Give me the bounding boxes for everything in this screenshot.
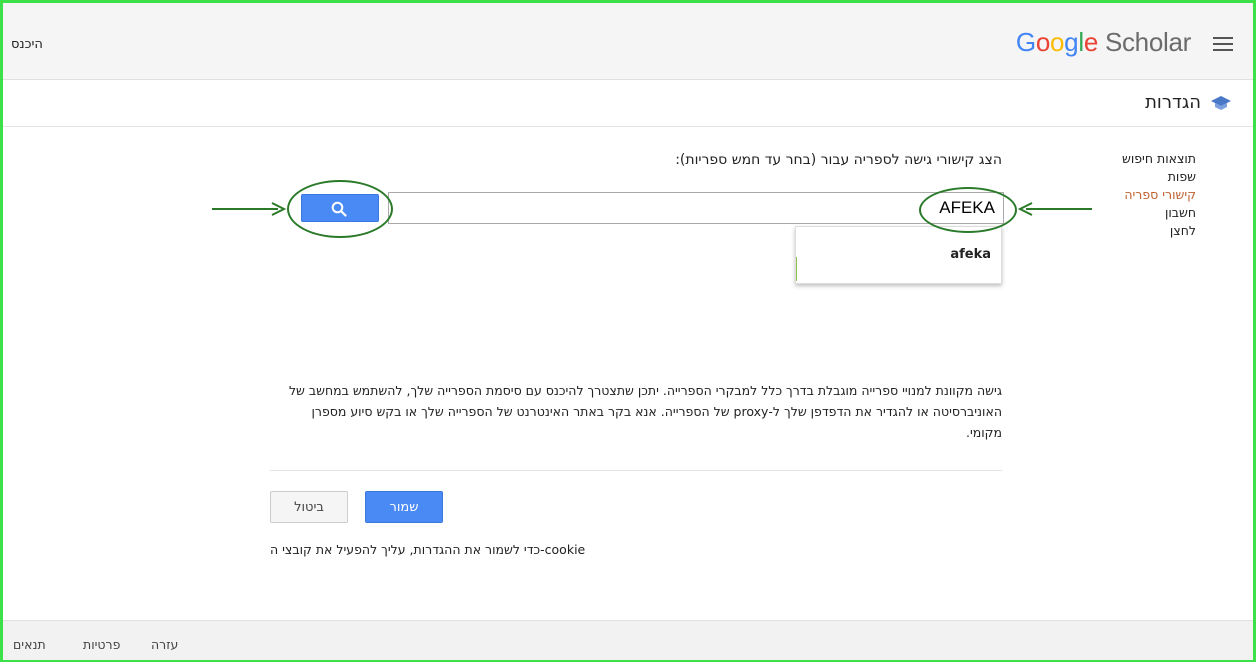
sidebar-item-account[interactable]: חשבון bbox=[1122, 204, 1196, 222]
footer-privacy-link[interactable]: פרטיות bbox=[83, 637, 120, 652]
annotation-circle-search-text bbox=[919, 187, 1017, 233]
google-scholar-logo[interactable]: Google Scholar bbox=[1016, 27, 1191, 58]
sidebar-item-search-results[interactable]: תוצאות חיפוש bbox=[1122, 150, 1196, 168]
footer: עזרה פרטיות תנאים bbox=[3, 620, 1253, 660]
logo-google: Google bbox=[1015, 27, 1098, 57]
logo-scholar: Scholar bbox=[1104, 27, 1191, 57]
menu-icon[interactable] bbox=[1213, 37, 1233, 51]
library-prompt: הצג קישורי גישה לספריה עבור (בחר עד חמש … bbox=[675, 152, 1002, 168]
settings-header: הגדרות bbox=[3, 80, 1253, 127]
library-access-info: גישה מקוונת למנויי ספרייה מוגבלת בדרך כל… bbox=[288, 383, 1002, 440]
sidebar-item-button[interactable]: לחצן bbox=[1122, 222, 1196, 240]
top-bar: היכנס Google Scholar bbox=[3, 3, 1253, 80]
cookie-note: כדי לשמור את ההגדרות, עליך להפעיל את קוב… bbox=[270, 542, 586, 557]
settings-sidebar: תוצאות חיפוש שפות קישורי ספריה חשבון לחצ… bbox=[1122, 150, 1196, 240]
library-search-box[interactable] bbox=[388, 192, 1004, 224]
arrow-left-icon bbox=[1018, 202, 1092, 216]
annotation-circle-search-button bbox=[287, 180, 393, 238]
footer-help-link[interactable]: עזרה bbox=[151, 637, 178, 652]
library-search-input[interactable] bbox=[389, 193, 1003, 223]
arrow-right-icon bbox=[212, 202, 287, 216]
divider bbox=[270, 470, 1002, 471]
dropdown-edge bbox=[796, 257, 797, 281]
autocomplete-suggestion[interactable]: afeka bbox=[950, 247, 991, 262]
sidebar-item-languages[interactable]: שפות bbox=[1122, 168, 1196, 186]
graduation-cap-icon bbox=[1211, 96, 1231, 110]
footer-terms-link[interactable]: תנאים bbox=[13, 637, 46, 652]
settings-title: הגדרות bbox=[1145, 92, 1201, 113]
save-button[interactable]: שמור bbox=[365, 491, 443, 523]
sign-in-link[interactable]: היכנס bbox=[11, 37, 43, 52]
autocomplete-dropdown: afeka bbox=[795, 226, 1002, 284]
cancel-button[interactable]: ביטול bbox=[270, 491, 348, 523]
sidebar-item-library-links[interactable]: קישורי ספריה bbox=[1122, 186, 1196, 204]
